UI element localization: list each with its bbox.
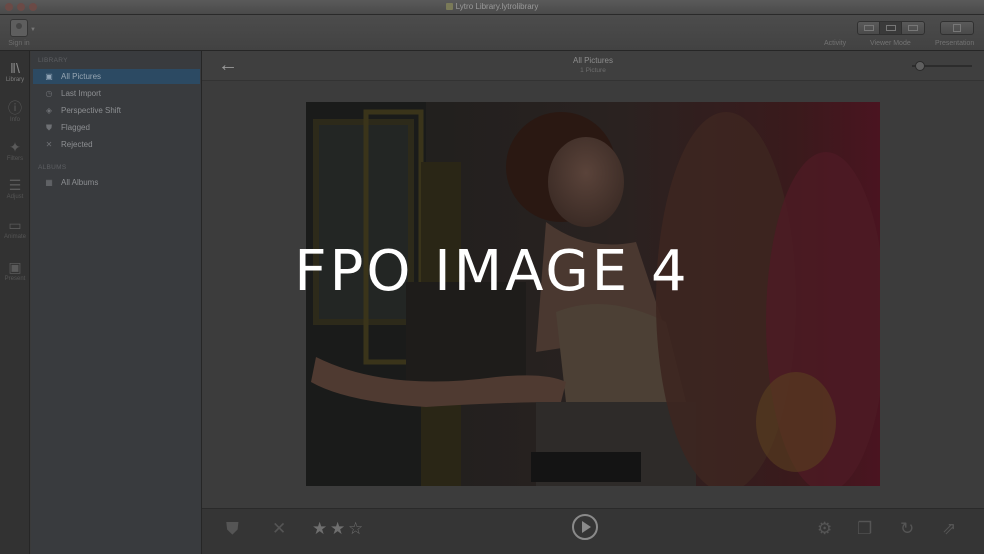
sidebar-item-label: Last Import bbox=[61, 89, 102, 98]
window-title: Lytro Library.lytrolibrary bbox=[0, 2, 984, 11]
sidebar-item-all-albums[interactable]: ▦ All Albums bbox=[33, 175, 200, 190]
fpo-overlay-text: FPO IMAGE 4 bbox=[294, 239, 690, 304]
sidebar-item-label: All Pictures bbox=[61, 72, 102, 81]
pictures-icon: ▣ bbox=[45, 72, 53, 81]
app-window: Lytro Library.lytrolibrary ▼ Sign in Act… bbox=[0, 0, 984, 554]
rail-label: Filters bbox=[6, 156, 24, 162]
sidebar-item-flagged[interactable]: ⛊ Flagged bbox=[33, 120, 200, 135]
sidebar-item-last-import[interactable]: ◷ Last Import bbox=[33, 86, 200, 101]
sign-in-label: Sign in bbox=[8, 40, 30, 47]
rail-label: Adjust bbox=[6, 194, 24, 200]
info-icon: ⓘ bbox=[8, 100, 22, 116]
flag-button-icon[interactable]: ⛊ bbox=[226, 519, 239, 539]
rail-item-info[interactable]: ⓘ Info bbox=[0, 100, 30, 123]
sidebar-item-label: Perspective Shift bbox=[61, 106, 122, 115]
zoom-slider[interactable] bbox=[912, 61, 972, 71]
page-title: All Pictures bbox=[572, 56, 613, 65]
list-view-button[interactable] bbox=[902, 22, 924, 34]
sign-in-button[interactable]: ▼ Sign in bbox=[6, 19, 36, 47]
share-icon[interactable]: ⇗ bbox=[942, 519, 956, 539]
picture-count: 1 Picture bbox=[580, 67, 606, 74]
presentation-label: Presentation bbox=[935, 40, 975, 47]
grid-view-button[interactable] bbox=[858, 22, 880, 34]
fullscreen-button[interactable] bbox=[941, 22, 973, 34]
animate-icon: ▭ bbox=[8, 217, 22, 233]
flag-icon: ⛊ bbox=[46, 122, 52, 132]
activity-label: Activity bbox=[824, 40, 847, 47]
adjust-icon: ☰ bbox=[8, 177, 22, 193]
rail-item-animate[interactable]: ▭ Animate bbox=[0, 217, 30, 240]
viewer-mode-label: Viewer Mode bbox=[870, 40, 911, 47]
rail-item-filters[interactable]: ✦ Filters bbox=[0, 139, 30, 162]
reject-button-icon[interactable]: ✕ bbox=[272, 519, 286, 539]
sidebar-item-all-pictures[interactable]: ▣ All Pictures bbox=[33, 69, 200, 84]
chevron-down-icon: ▼ bbox=[30, 27, 36, 33]
single-view-icon bbox=[885, 25, 896, 31]
filters-icon: ✦ bbox=[9, 139, 21, 155]
clock-icon: ◷ bbox=[45, 89, 53, 98]
viewer-header: ← All Pictures 1 Picture bbox=[202, 51, 984, 81]
sidebar-item-perspective-shift[interactable]: ◈ Perspective Shift bbox=[33, 103, 200, 118]
rail-item-adjust[interactable]: ☰ Adjust bbox=[0, 177, 30, 200]
x-icon: ✕ bbox=[45, 140, 53, 149]
rail-item-library[interactable]: ‖\ Library bbox=[0, 60, 30, 83]
library-section-header: LIBRARY bbox=[38, 57, 68, 64]
fullscreen-icon bbox=[953, 24, 961, 32]
bottom-toolbar: ⛊ ✕ ★ ★ ☆ ⚙ ❐ ↻ ⇗ bbox=[202, 508, 984, 554]
settings-icon[interactable]: ⚙ bbox=[817, 519, 832, 539]
sidebar-item-label: All Albums bbox=[61, 178, 99, 187]
viewer-mode-control[interactable] bbox=[857, 21, 925, 35]
sidebar-item-label: Rejected bbox=[61, 140, 93, 149]
albums-section-header: ALBUMS bbox=[38, 164, 67, 171]
rail-label: Info bbox=[9, 117, 20, 123]
rating-star-1-icon[interactable]: ★ bbox=[312, 520, 327, 538]
list-view-icon bbox=[908, 25, 918, 31]
toolbar: ▼ Sign in Activity Viewer Mode Presentat… bbox=[0, 15, 984, 51]
avatar bbox=[10, 19, 28, 37]
single-view-button[interactable] bbox=[880, 22, 902, 34]
rotate-icon[interactable]: ↻ bbox=[900, 519, 914, 539]
play-button[interactable] bbox=[572, 514, 598, 540]
stack-icon[interactable]: ❐ bbox=[857, 519, 872, 539]
zoom-slider-knob[interactable] bbox=[915, 61, 925, 71]
perspective-icon: ◈ bbox=[45, 106, 53, 115]
grid-icon: ▦ bbox=[45, 178, 53, 187]
document-icon bbox=[445, 3, 453, 10]
rating-star-2-icon[interactable]: ★ bbox=[330, 520, 345, 538]
library-icon: ‖\ bbox=[10, 60, 20, 76]
sidebar-item-rejected[interactable]: ✕ Rejected bbox=[33, 137, 200, 152]
sidebar-item-label: Flagged bbox=[61, 123, 90, 132]
rail-label: Library bbox=[5, 77, 25, 83]
rating-star-3-icon[interactable]: ☆ bbox=[348, 520, 363, 538]
title-bar: Lytro Library.lytrolibrary bbox=[0, 0, 984, 15]
grid-view-icon bbox=[863, 25, 874, 31]
presentation-control[interactable] bbox=[940, 21, 974, 35]
